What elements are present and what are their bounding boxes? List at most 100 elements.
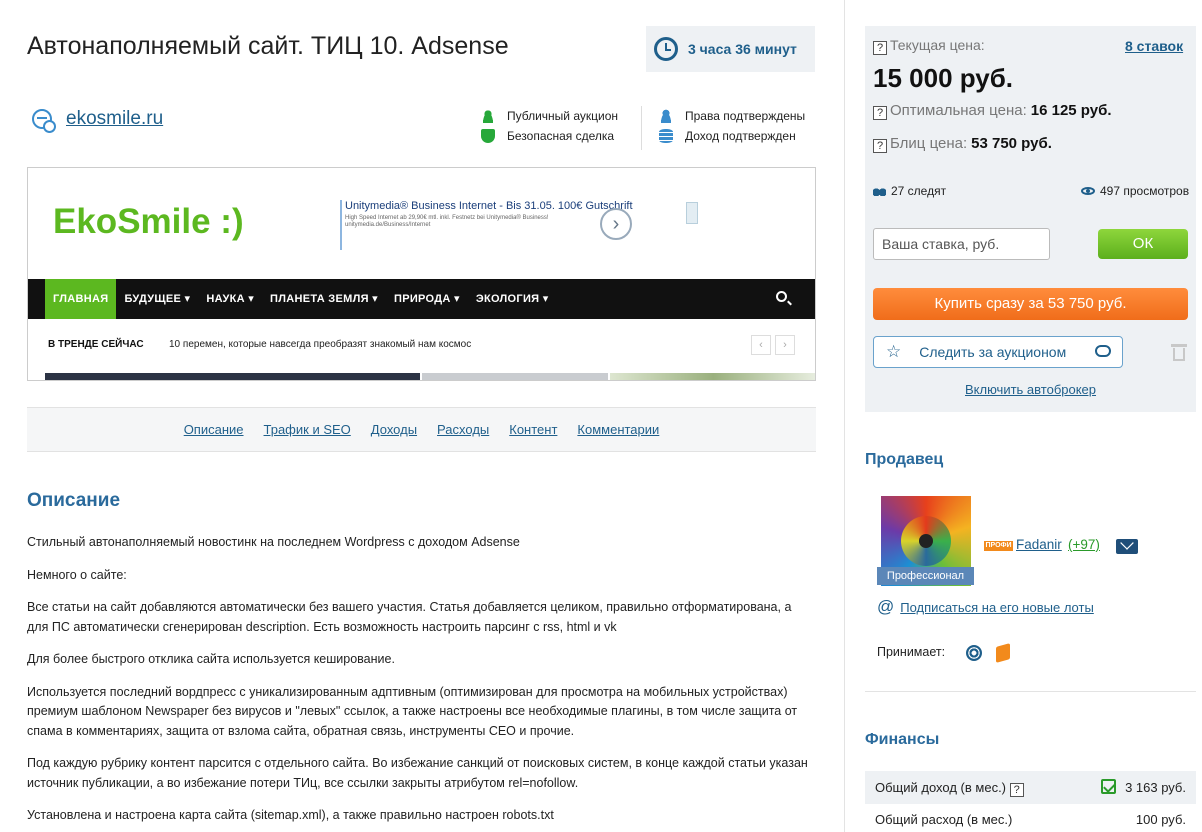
trash-icon[interactable]	[1171, 344, 1187, 361]
badge-label: Публичный аукцион	[507, 109, 619, 123]
badge-income-verified: Доход подтвержден	[659, 126, 805, 146]
bid-amount-input[interactable]	[873, 228, 1050, 260]
finance-row-income: Общий доход (в мес.) ? 3 163 руб.	[865, 771, 1196, 804]
chevron-left-icon: ‹	[751, 335, 771, 355]
subscribe-row: @ Подписаться на его новые лоты	[877, 597, 1094, 617]
description-paragraph: Немного о сайте:	[27, 567, 127, 582]
description-paragraph: Все статьи на сайт добавляются автоматич…	[27, 600, 792, 634]
seller-name-link[interactable]: Fadanir	[1016, 537, 1062, 552]
description-paragraph: Для более быстрого отклика сайта использ…	[27, 652, 395, 666]
chevron-right-icon: ›	[775, 335, 795, 355]
thumbnail-strip	[610, 373, 815, 380]
shield-icon	[481, 129, 495, 143]
badge-safe-deal: Безопасная сделка	[481, 126, 618, 146]
watch-auction-button[interactable]: ☆ Следить за аукционом	[873, 336, 1123, 368]
pro-badge: ПРОФИ	[984, 541, 1013, 551]
tab-comments[interactable]: Комментарии	[577, 422, 659, 437]
income-label: Общий доход (в мес.) ?	[875, 780, 1027, 797]
description-paragraph: Установлена и настроена карта сайта (sit…	[27, 808, 554, 822]
expense-label: Общий расход (в мес.)	[875, 812, 1013, 827]
blitz-price-row: ? Блиц цена: 53 750 руб.	[873, 135, 1052, 153]
views-count: 497 просмотров	[1081, 184, 1189, 198]
badge-rights-verified: Права подтверждены	[659, 106, 805, 126]
chat-icon	[1095, 345, 1111, 357]
webmoney-icon	[966, 645, 982, 661]
current-price-label-text: Текущая цена:	[890, 37, 985, 53]
current-price-label: ? Текущая цена:	[873, 37, 985, 55]
bids-count-link[interactable]: 8 ставок	[1125, 38, 1183, 54]
watchers-count: 27 следят	[873, 184, 946, 198]
site-url-link[interactable]: ekosmile.ru	[66, 108, 163, 130]
at-icon: @	[877, 597, 895, 616]
ad-arrow-icon: ›	[600, 208, 632, 240]
tab-expenses[interactable]: Расходы	[437, 422, 489, 437]
clock-icon	[654, 37, 678, 61]
badges-divider	[641, 106, 642, 150]
badge-label: Безопасная сделка	[507, 129, 615, 143]
site-nav-item: БУДУЩЕЕ ▾	[124, 293, 191, 305]
current-price: 15 000 руб.	[873, 63, 1014, 93]
section-divider	[865, 691, 1196, 692]
blitz-price-label: Блиц цена:	[890, 135, 968, 152]
site-nav-item: ПЛАНЕТА ЗЕМЛЯ ▾	[270, 293, 378, 305]
globe-search-icon	[32, 109, 56, 133]
description-paragraph: Под каждую рубрику контент парсится с от…	[27, 756, 808, 790]
ad-title: Unitymedia® Business Internet - Bis 31.0…	[345, 200, 633, 212]
description-heading: Описание	[27, 490, 121, 511]
seller-heading: Продавец	[865, 451, 944, 468]
lot-tabs: Описание Трафик и SEO Доходы Расходы Кон…	[27, 407, 816, 452]
user-icon	[659, 109, 673, 123]
site-screenshot[interactable]: EkoSmile :) Unitymedia® Business Interne…	[27, 167, 816, 381]
site-link[interactable]: ekosmile.ru	[32, 108, 163, 133]
site-logo: EkoSmile :)	[53, 202, 244, 241]
accepts-label: Принимает:	[877, 645, 946, 659]
watchers-text: 27 следят	[891, 184, 947, 198]
lot-title: Автонаполняемый сайт. ТИЦ 10. Adsense	[27, 32, 509, 60]
star-icon: ☆	[886, 342, 902, 361]
tab-content[interactable]: Контент	[509, 422, 557, 437]
mail-icon[interactable]	[1116, 539, 1138, 554]
income-value: 3 163 руб.	[1125, 780, 1186, 795]
badge-public-auction: Публичный аукцион	[481, 106, 618, 126]
finance-row-expense: Общий расход (в мес.) 100 руб.	[865, 804, 1196, 832]
description-paragraph: Стильный автонаполняемый новостинк на по…	[27, 535, 520, 549]
seller-level-label: Профессионал	[877, 567, 974, 585]
optimal-price-label: Оптимальная цена:	[890, 102, 1027, 119]
tab-income[interactable]: Доходы	[371, 422, 417, 437]
subscribe-link[interactable]: Подписаться на его новые лоты	[900, 600, 1094, 615]
yandex-money-icon	[996, 643, 1010, 663]
ad-banner: Unitymedia® Business Internet - Bis 31.0…	[340, 200, 634, 250]
help-icon[interactable]: ?	[1009, 783, 1024, 797]
site-nav-item: НАУКА ▾	[206, 293, 255, 305]
enable-autobroker-link[interactable]: Включить автоброкер	[965, 382, 1096, 397]
auction-badges: Публичный аукцион Безопасная сделка	[481, 106, 618, 146]
trend-label: В ТРЕНДЕ СЕЙЧАС	[48, 339, 144, 350]
help-icon[interactable]: ?	[873, 106, 887, 120]
coins-icon	[659, 129, 673, 143]
site-nav-bar: ГЛАВНАЯ БУДУЩЕЕ ▾ НАУКА ▾ ПЛАНЕТА ЗЕМЛЯ …	[28, 279, 815, 319]
trend-headline: 10 перемен, которые навсегда преобразят …	[169, 339, 472, 350]
time-left-box: 3 часа 36 минут	[646, 26, 815, 72]
finance-heading: Финансы	[865, 731, 940, 748]
help-icon[interactable]: ?	[873, 41, 887, 55]
column-divider	[844, 0, 845, 832]
expense-value: 100 руб.	[1135, 812, 1186, 827]
buy-now-button[interactable]: Купить сразу за 53 750 руб.	[873, 288, 1188, 320]
place-bid-button[interactable]: ОК	[1098, 229, 1188, 259]
verification-badges: Права подтверждены Доход подтвержден	[659, 106, 805, 146]
help-icon[interactable]: ?	[873, 139, 887, 153]
site-nav-item: ГЛАВНАЯ	[45, 279, 117, 319]
tab-description[interactable]: Описание	[184, 422, 244, 437]
badge-label: Права подтверждены	[685, 109, 806, 123]
badge-label: Доход подтвержден	[685, 129, 796, 143]
seller-rating-link[interactable]: (+97)	[1068, 537, 1100, 552]
binoculars-icon	[873, 186, 886, 196]
thumbnail-strip	[45, 373, 420, 380]
optimal-price-row: ? Оптимальная цена: 16 125 руб.	[873, 102, 1112, 120]
site-nav-item: ЭКОЛОГИЯ ▾	[475, 293, 549, 305]
views-text: 497 просмотров	[1100, 184, 1190, 198]
tab-traffic-seo[interactable]: Трафик и SEO	[264, 422, 351, 437]
users-icon	[481, 109, 495, 123]
thumbnail-strip	[422, 373, 608, 380]
blitz-price-value: 53 750 руб.	[971, 135, 1052, 152]
